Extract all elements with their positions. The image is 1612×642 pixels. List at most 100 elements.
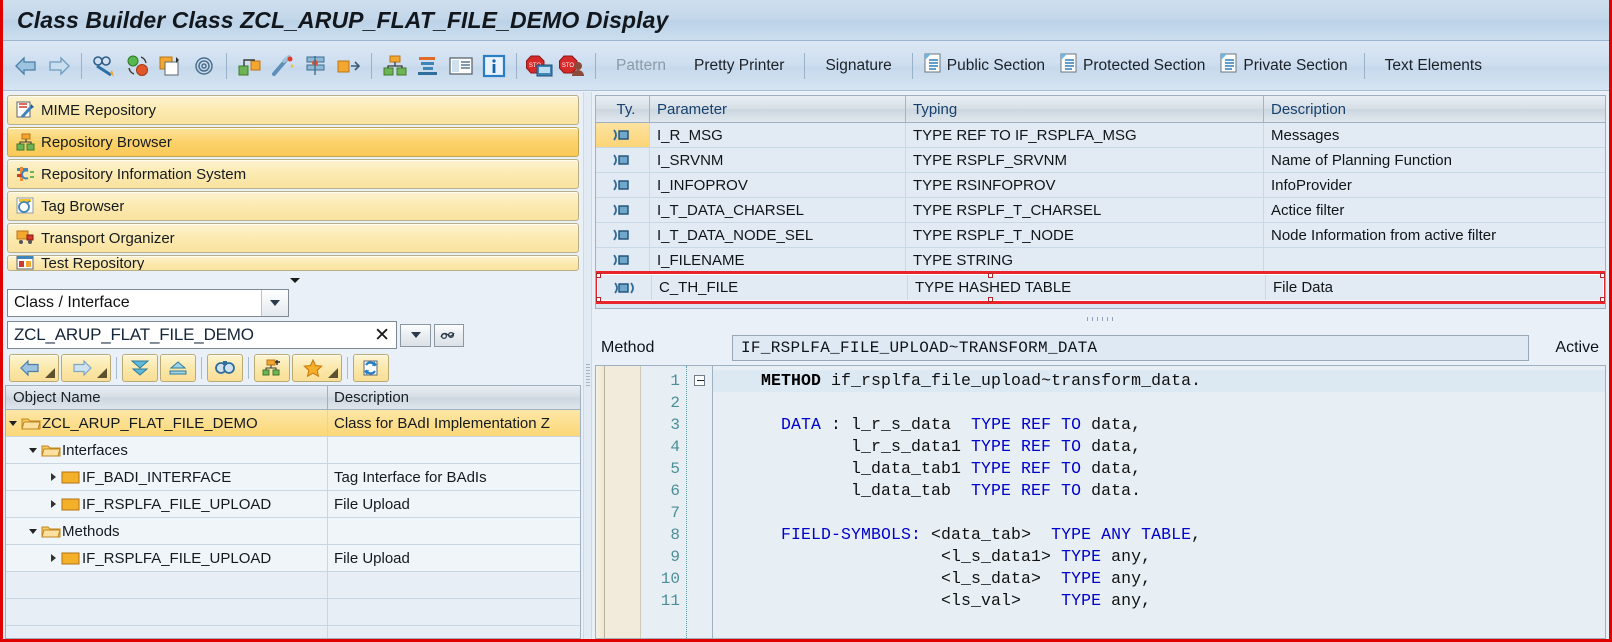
- table-row-selected[interactable]: C_TH_FILE TYPE HASHED TABLE File Data: [596, 271, 1605, 304]
- nav-divider: [347, 357, 348, 379]
- parameter-description: Node Information from active filter: [1264, 223, 1605, 247]
- class-browser-icon[interactable]: [299, 49, 332, 83]
- table-row[interactable]: I_R_MSG TYPE REF TO IF_RSPLFA_MSG Messag…: [596, 123, 1605, 148]
- object-list-button[interactable]: [254, 354, 290, 382]
- line-number: 9: [670, 548, 680, 566]
- expand-all-button[interactable]: [122, 354, 158, 382]
- pretty-printer-button[interactable]: Pretty Printer: [680, 49, 798, 83]
- object-name-input[interactable]: ZCL_ARUP_FLAT_FILE_DEMO ✕: [7, 321, 397, 349]
- chevron-down-icon[interactable]: [26, 447, 40, 453]
- nav-forward-button[interactable]: [61, 354, 111, 382]
- table-row[interactable]: Methods: [6, 518, 580, 546]
- table-row[interactable]: Interfaces: [6, 437, 580, 465]
- expand-icon[interactable]: [332, 49, 365, 83]
- chevron-down-icon[interactable]: [26, 528, 40, 534]
- chevron-down-icon[interactable]: [6, 420, 20, 426]
- table-row[interactable]: ZCL_ARUP_FLAT_FILE_DEMO Class for BAdI I…: [6, 410, 580, 438]
- parameter-description: Messages: [1264, 123, 1605, 147]
- sidebar-item-test-repository[interactable]: Test Repository: [7, 255, 579, 271]
- inheritance-icon[interactable]: [233, 49, 266, 83]
- refactor-wand-icon[interactable]: [266, 49, 299, 83]
- code-line: <l_s_data1> TYPE any,: [721, 547, 1152, 566]
- editor-fold-column[interactable]: [687, 366, 713, 638]
- parameter-name: I_SRVNM: [650, 148, 906, 172]
- where-used-icon[interactable]: [187, 49, 220, 83]
- nav-back-button[interactable]: [9, 354, 59, 382]
- folder-closed-icon: [60, 497, 82, 512]
- private-section-button[interactable]: Private Section: [1215, 49, 1357, 83]
- table-row[interactable]: IF_BADI_INTERFACE Tag Interface for BAdI…: [6, 464, 580, 492]
- favorites-button[interactable]: [292, 354, 342, 382]
- sidebar-item-repository-browser[interactable]: Repository Browser: [7, 127, 579, 157]
- check-syntax-icon[interactable]: [121, 49, 154, 83]
- horizontal-splitter[interactable]: [592, 309, 1609, 331]
- editor-pane: Ty. Parameter Typing Description I_R_MSG…: [592, 92, 1609, 639]
- code-editor[interactable]: 1 2 3 4 5 6 7 8 9 10 11 METHOD if_rsplfa…: [595, 365, 1606, 639]
- table-row[interactable]: I_T_DATA_NODE_SEL TYPE RSPLF_T_NODE Node…: [596, 223, 1605, 248]
- table-row[interactable]: I_INFOPROV TYPE RSINFOPROV InfoProvider: [596, 173, 1605, 198]
- history-dropdown-button[interactable]: [400, 323, 431, 347]
- importing-param-icon: [596, 148, 650, 172]
- object-type-select[interactable]: Class / Interface: [7, 289, 289, 317]
- editor-code-area[interactable]: METHOD if_rsplfa_file_upload~transform_d…: [713, 366, 1605, 638]
- forward-arrow-icon[interactable]: [42, 49, 75, 83]
- chevron-down-icon[interactable]: [261, 290, 288, 316]
- public-section-label: Public Section: [946, 56, 1046, 74]
- documentation-icon[interactable]: [444, 49, 477, 83]
- column-header-object-name[interactable]: Object Name: [6, 386, 328, 410]
- sidebar-item-tag-browser[interactable]: Tag Browser: [7, 191, 579, 221]
- parameter-typing: TYPE STRING: [906, 248, 1264, 272]
- table-row[interactable]: IF_RSPLFA_FILE_UPLOAD File Upload: [6, 545, 580, 573]
- table-row[interactable]: I_SRVNM TYPE RSPLF_SRVNM Name of Plannin…: [596, 148, 1605, 173]
- splitter-grip[interactable]: [1086, 317, 1115, 321]
- test-display-icon[interactable]: STO: [523, 49, 556, 83]
- column-header-type[interactable]: Ty.: [596, 96, 650, 122]
- sort-icon[interactable]: [411, 49, 444, 83]
- collapse-all-button[interactable]: [160, 354, 196, 382]
- object-selector-area: Class / Interface ZCL_ARUP_FLAT_FILE_DEM…: [3, 273, 583, 385]
- activate-icon[interactable]: [154, 49, 187, 83]
- table-row[interactable]: I_T_DATA_CHARSEL TYPE RSPLF_T_CHARSEL Ac…: [596, 198, 1605, 223]
- method-name-input[interactable]: IF_RSPLFA_FILE_UPLOAD~TRANSFORM_DATA: [732, 335, 1529, 361]
- stop-user-icon[interactable]: STO: [556, 49, 589, 83]
- table-row[interactable]: IF_RSPLFA_FILE_UPLOAD File Upload: [6, 491, 580, 519]
- editor-left-bar: [596, 366, 605, 638]
- folder-open-icon: [40, 443, 62, 458]
- chevron-right-icon[interactable]: [46, 500, 60, 509]
- document-icon: [923, 52, 943, 79]
- clear-icon[interactable]: ✕: [374, 326, 392, 345]
- object-tree-body: ZCL_ARUP_FLAT_FILE_DEMO Class for BAdI I…: [6, 410, 580, 638]
- sidebar-item-mime-repository[interactable]: MIME Repository: [7, 95, 579, 125]
- chevron-right-icon[interactable]: [46, 473, 60, 482]
- back-arrow-icon[interactable]: [9, 49, 42, 83]
- chevron-right-icon[interactable]: [46, 554, 60, 563]
- tree-node-description: File Upload: [328, 545, 580, 572]
- signature-button[interactable]: Signature: [811, 49, 905, 83]
- column-header-parameter[interactable]: Parameter: [650, 96, 906, 122]
- sidebar-item-transport-organizer[interactable]: Transport Organizer: [7, 223, 579, 253]
- line-number: 7: [670, 504, 680, 522]
- sidebar-item-repository-information-system[interactable]: Repository Information System: [7, 159, 579, 189]
- vertical-splitter[interactable]: [583, 92, 592, 639]
- info-icon[interactable]: [477, 49, 510, 83]
- text-elements-button[interactable]: Text Elements: [1371, 49, 1496, 83]
- tree-node-label: IF_RSPLFA_FILE_UPLOAD: [82, 549, 272, 567]
- table-row[interactable]: I_FILENAME TYPE STRING: [596, 248, 1605, 273]
- line-number: 1: [670, 372, 680, 390]
- code-line: l_data_tab TYPE REF TO data.: [721, 481, 1142, 500]
- refresh-button[interactable]: [353, 354, 389, 382]
- pattern-button[interactable]: Pattern: [602, 49, 680, 83]
- chevron-down-icon[interactable]: [290, 278, 300, 283]
- public-section-button[interactable]: Public Section: [919, 49, 1055, 83]
- display-change-icon[interactable]: [88, 49, 121, 83]
- splitter-grip[interactable]: [586, 364, 590, 386]
- column-header-typing[interactable]: Typing: [906, 96, 1264, 122]
- find-button[interactable]: [207, 354, 243, 382]
- fold-collapse-icon[interactable]: [694, 375, 705, 386]
- protected-section-button[interactable]: Protected Section: [1055, 49, 1215, 83]
- column-header-description[interactable]: Description: [1264, 96, 1605, 122]
- hierarchy-icon[interactable]: [378, 49, 411, 83]
- search-help-button[interactable]: [434, 323, 464, 347]
- column-header-description[interactable]: Description: [328, 386, 580, 409]
- toolbar-divider: [1363, 52, 1365, 79]
